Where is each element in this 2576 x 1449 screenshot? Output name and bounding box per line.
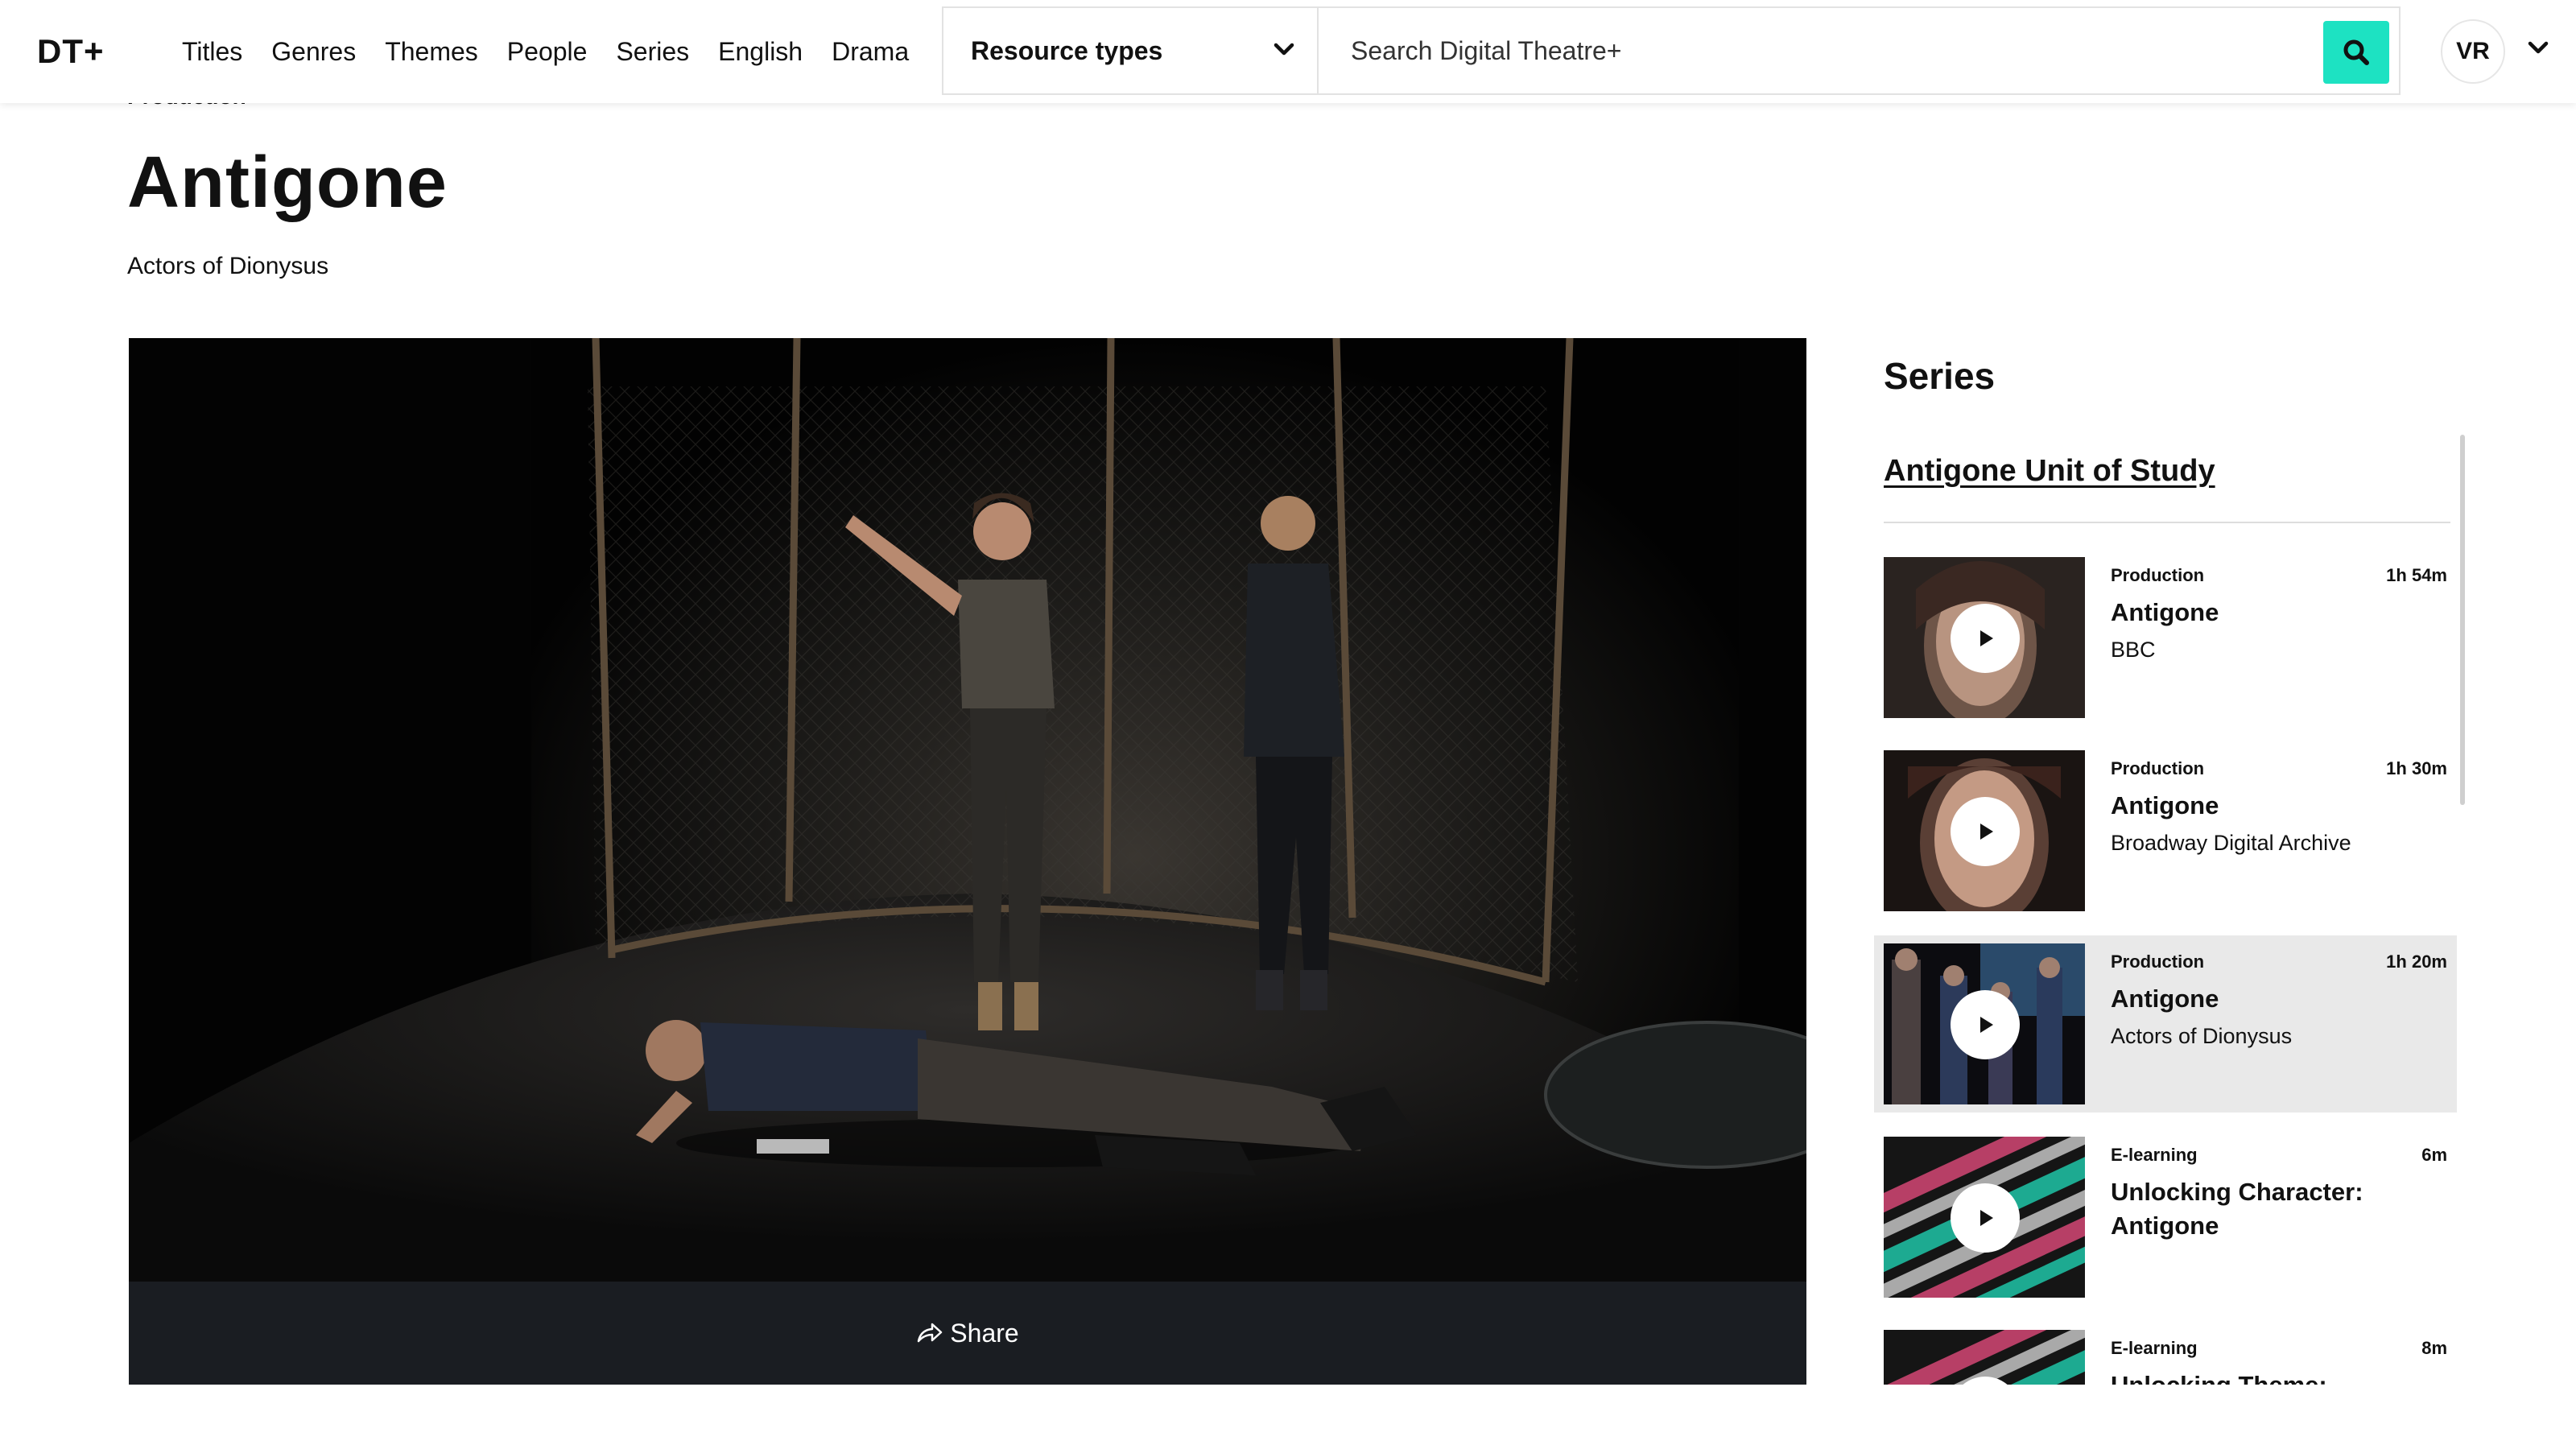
nav-genres[interactable]: Genres	[271, 34, 356, 69]
nav-themes[interactable]: Themes	[385, 34, 478, 69]
series-thumbnail	[1884, 943, 2085, 1104]
search-box	[1317, 6, 2401, 95]
play-button[interactable]	[1951, 990, 2020, 1059]
series-item-type: Production	[2111, 952, 2205, 972]
dt-plus-logo[interactable]: DT+	[37, 32, 105, 71]
play-button[interactable]	[1951, 797, 2020, 866]
series-item[interactable]: Production 1h 30m Antigone Broadway Digi…	[1874, 742, 2457, 919]
play-icon	[1980, 1017, 1993, 1033]
series-item-duration: 1h 54m	[2386, 565, 2447, 585]
search-button[interactable]	[2323, 21, 2389, 84]
series-scrollbar[interactable]	[2460, 435, 2465, 805]
user-avatar[interactable]: VR	[2441, 19, 2505, 84]
search-input[interactable]	[1351, 35, 2277, 66]
series-item-title: Antigone	[2111, 598, 2219, 626]
account-chevron-down-icon[interactable]	[2528, 40, 2549, 55]
chevron-down-icon	[1274, 43, 1294, 56]
series-item-subtitle: Broadway Digital Archive	[2111, 831, 2351, 855]
series-item-duration: 6m	[2421, 1145, 2447, 1165]
series-item-subtitle: Actors of Dionysus	[2111, 1024, 2293, 1048]
play-button[interactable]	[1951, 1183, 2020, 1253]
page-title: Antigone	[127, 142, 448, 223]
nav-series[interactable]: Series	[616, 34, 689, 69]
series-divider	[1884, 522, 2450, 523]
video-player[interactable]	[129, 338, 1806, 1282]
nav-people[interactable]: People	[507, 34, 588, 69]
series-item-current[interactable]: Production 1h 20m Antigone Actors of Dio…	[1874, 935, 2457, 1113]
series-item-title: Antigone	[2111, 791, 2219, 819]
series-item[interactable]: Production 1h 54m Antigone BBC	[1874, 549, 2457, 726]
share-icon	[918, 1323, 943, 1343]
resource-types-label: Resource types	[971, 35, 1163, 65]
resource-types-dropdown[interactable]: Resource types	[942, 6, 1317, 95]
series-item-title: Unlocking Character: Antigone	[2111, 1178, 2363, 1240]
series-item-title: Antigone	[2111, 985, 2219, 1013]
nav-titles[interactable]: Titles	[182, 34, 242, 69]
top-nav-bar: DT+ Titles Genres Themes People Series E…	[0, 0, 2576, 103]
series-item-type: E-learning	[2111, 1338, 2198, 1358]
nav-english[interactable]: English	[718, 34, 803, 69]
series-item-duration: 1h 20m	[2386, 952, 2447, 972]
series-thumbnail	[1884, 1137, 2085, 1298]
series-item-type: Production	[2111, 565, 2205, 585]
play-icon	[1980, 824, 1993, 840]
production-company[interactable]: Actors of Dionysus	[127, 253, 328, 280]
series-item-duration: 8m	[2421, 1338, 2447, 1358]
series-item-type: E-learning	[2111, 1145, 2198, 1165]
series-unit-link[interactable]: Antigone Unit of Study	[1884, 454, 2215, 489]
series-item-type: Production	[2111, 758, 2205, 778]
play-icon	[1980, 1210, 1993, 1226]
share-button[interactable]: Share	[129, 1282, 1806, 1385]
video-frame-image	[129, 338, 1806, 1282]
series-item[interactable]: E-learning 8m Unlocking Theme: Morality	[1874, 1322, 2457, 1385]
series-list: Production 1h 54m Antigone BBC Productio…	[1874, 549, 2457, 1385]
series-item-duration: 1h 30m	[2386, 758, 2447, 778]
series-item-title: Unlocking Theme: Morality	[2111, 1368, 2401, 1385]
series-heading: Series	[1884, 355, 1996, 397]
series-item[interactable]: E-learning 6m Unlocking Character: Antig…	[1874, 1129, 2457, 1306]
series-thumbnail	[1884, 557, 2085, 718]
nav-drama[interactable]: Drama	[832, 34, 909, 69]
series-thumbnail	[1884, 750, 2085, 911]
series-thumbnail	[1884, 1330, 2085, 1385]
play-button[interactable]	[1951, 604, 2020, 673]
main-nav: Titles Genres Themes People Series Engli…	[182, 34, 909, 69]
play-icon	[1980, 630, 1993, 646]
search-icon	[2343, 39, 2369, 65]
share-label: Share	[950, 1318, 1019, 1348]
series-item-subtitle: BBC	[2111, 638, 2156, 662]
